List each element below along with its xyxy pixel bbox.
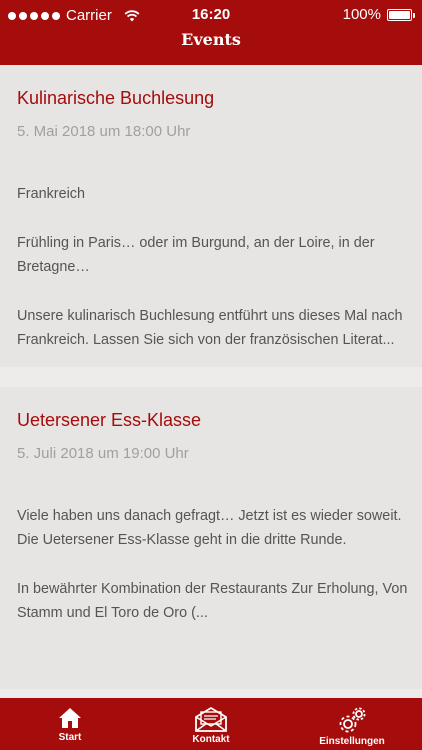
event-date: 5. Juli 2018 um 19:00 Uhr	[17, 445, 189, 462]
tab-kontakt[interactable]: Kontakt	[141, 698, 281, 750]
event-card[interactable]: Kulinarische Buchlesung 5. Mai 2018 um 1…	[0, 65, 422, 367]
tab-start[interactable]: Start	[0, 698, 140, 750]
event-text: Unsere kulinarisch Buchlesung entführt u…	[17, 308, 403, 348]
battery-icon	[387, 8, 415, 21]
event-card[interactable]: Uetersener Ess-Klasse 5. Juli 2018 um 19…	[0, 387, 422, 689]
status-bar: Carrier 16:20 100%	[0, 0, 422, 32]
event-text: Viele haben uns danach gefragt… Jetzt is…	[17, 508, 402, 548]
tab-label: Start	[58, 732, 82, 743]
tab-bar: Start Kontakt Einstellungen	[0, 698, 422, 750]
event-text: Frankreich	[17, 186, 85, 202]
event-title[interactable]: Kulinarische Buchlesung	[17, 88, 214, 109]
event-text: In bewährter Kombination der Restaurants…	[17, 581, 408, 621]
mail-icon	[195, 706, 227, 732]
top-bar: Carrier 16:20 100% Events	[0, 0, 422, 65]
events-list[interactable]: Kulinarische Buchlesung 5. Mai 2018 um 1…	[0, 65, 422, 698]
home-icon	[59, 708, 81, 728]
gears-icon	[339, 707, 366, 733]
event-text: Frühling in Paris… oder im Burgund, an d…	[17, 235, 375, 275]
tab-label: Kontakt	[192, 734, 230, 745]
tab-einstellungen[interactable]: Einstellungen	[282, 698, 422, 750]
tab-label: Einstellungen	[319, 736, 385, 747]
page-title: Events	[181, 30, 241, 49]
event-title[interactable]: Uetersener Ess-Klasse	[17, 410, 201, 431]
status-right: 100%	[342, 6, 415, 23]
event-date: 5. Mai 2018 um 18:00 Uhr	[17, 123, 191, 140]
battery-percent: 100%	[342, 6, 381, 23]
